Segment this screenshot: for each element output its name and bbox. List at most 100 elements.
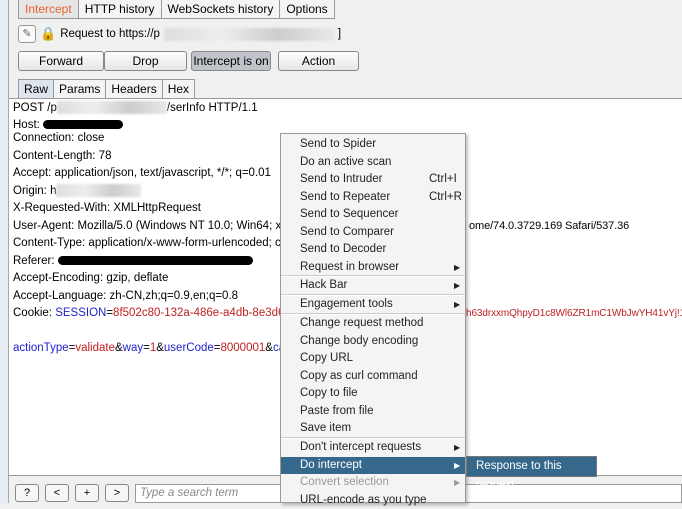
forward-button[interactable]: Forward: [18, 51, 104, 71]
menu-item-do-intercept[interactable]: Do intercept ▶: [281, 457, 465, 475]
menu-item-send-to-comparer[interactable]: Send to Comparer: [281, 224, 465, 242]
menu-item-send-to-sequencer[interactable]: Send to Sequencer: [281, 206, 465, 224]
menu-item-label: Send to Repeater: [300, 191, 390, 203]
menu-item-request-in-browser[interactable]: Request in browser ▶: [281, 259, 465, 277]
shortcut-label: Ctrl+I: [429, 171, 457, 189]
header-accept: Accept: application/json, text/javascrip…: [13, 165, 271, 182]
next-button[interactable]: >: [105, 484, 129, 502]
param-eq: =: [143, 342, 150, 354]
menu-item-don-t-intercept-requests[interactable]: Don't intercept requests ▶: [281, 439, 465, 457]
previous-button[interactable]: <: [45, 484, 69, 502]
redacted-origin: [56, 184, 141, 197]
menu-item-label: Hack Bar: [300, 279, 347, 291]
menu-item-send-to-intruder[interactable]: Send to Intruder Ctrl+I: [281, 171, 465, 189]
editor-nav: ? < + >: [15, 484, 129, 502]
tab-websockets-history[interactable]: WebSockets history: [161, 0, 281, 19]
tab-params[interactable]: Params: [53, 79, 106, 98]
menu-item-label: Copy URL: [300, 352, 353, 364]
param-value: 8000001: [221, 342, 266, 354]
param-eq: =: [214, 342, 221, 354]
tab-raw[interactable]: Raw: [18, 79, 54, 98]
menu-item-label: Don't intercept requests: [300, 441, 421, 453]
menu-item-send-to-decoder[interactable]: Send to Decoder: [281, 241, 465, 259]
redacted-host: [43, 120, 123, 129]
menu-item-change-request-method[interactable]: Change request method: [281, 315, 465, 333]
menu-item-label: Send to Decoder: [300, 243, 386, 255]
header-origin: Origin: h: [13, 183, 141, 200]
menu-item-label: Send to Intruder: [300, 173, 382, 185]
submenu-arrow-icon: ▶: [454, 277, 460, 295]
cookie-label: Cookie:: [13, 307, 55, 319]
left-border: [0, 0, 9, 503]
header-connection: Connection: close: [13, 130, 104, 147]
param-separator: &: [265, 342, 273, 354]
menu-item-copy-url[interactable]: Copy URL: [281, 350, 465, 368]
header-accept-encoding: Accept-Encoding: gzip, deflate: [13, 270, 168, 287]
param-key: userCode: [164, 342, 214, 354]
menu-item-label: Engagement tools: [300, 298, 393, 310]
pencil-icon[interactable]: ✎: [18, 25, 36, 43]
shortcut-label: Ctrl+R: [429, 189, 462, 207]
tab-http-history[interactable]: HTTP history: [78, 0, 162, 19]
request-info: ✎ 🔒 Request to https://p ]: [18, 25, 341, 43]
submenu-arrow-icon: ▶: [454, 259, 460, 277]
menu-item-response-to-this-request[interactable]: Response to this request: [466, 456, 597, 477]
menu-item-change-body-encoding[interactable]: Change body encoding: [281, 333, 465, 351]
menu-item-label: Request in browser: [300, 261, 399, 273]
drop-button[interactable]: Drop: [104, 51, 187, 71]
tab-intercept[interactable]: Intercept: [18, 0, 79, 19]
menu-item-send-to-spider[interactable]: Send to Spider: [281, 136, 465, 154]
menu-item-url-encode-as-you-type[interactable]: URL-encode as you type: [281, 492, 465, 509]
menu-item-label: Send to Comparer: [300, 226, 394, 238]
cookie-value-tail: h63drxxmQhpyD1c8Wl6ZR1mC1WbJwYH41vYj!1: [466, 305, 682, 322]
menu-item-label: Convert selection: [300, 476, 389, 488]
submenu-arrow-icon: ▶: [454, 439, 460, 457]
tab-options[interactable]: Options: [279, 0, 334, 19]
param-value: validate: [75, 342, 115, 354]
action-button[interactable]: Action: [278, 51, 359, 71]
help-button[interactable]: ?: [15, 484, 39, 502]
path-end: /serInfo HTTP/1.1: [167, 102, 258, 114]
menu-item-copy-as-curl-command[interactable]: Copy as curl command: [281, 368, 465, 386]
menu-item-save-item[interactable]: Save item: [281, 420, 465, 438]
param-separator: &: [115, 342, 123, 354]
menu-item-copy-to-file[interactable]: Copy to file: [281, 385, 465, 403]
context-menu: Send to Spider Do an active scan Send to I…: [280, 133, 466, 503]
submenu-arrow-icon: ▶: [454, 474, 460, 492]
tab-hex[interactable]: Hex: [162, 79, 195, 98]
header-accept-language: Accept-Language: zh-CN,zh;q=0.9,en;q=0.8: [13, 288, 238, 305]
redacted-referer: [58, 256, 253, 265]
menu-item-paste-from-file[interactable]: Paste from file: [281, 403, 465, 421]
tab-headers[interactable]: Headers: [105, 79, 162, 98]
menu-item-hack-bar[interactable]: Hack Bar ▶: [281, 277, 465, 295]
submenu-arrow-icon: ▶: [454, 296, 460, 314]
menu-item-engagement-tools[interactable]: Engagement tools ▶: [281, 296, 465, 314]
menu-item-label: Save item: [300, 422, 351, 434]
submenu-arrow-icon: ▶: [454, 457, 460, 475]
cookie-key: SESSION: [55, 307, 106, 319]
param-separator: &: [156, 342, 164, 354]
message-tabs: Raw Params Headers Hex: [18, 79, 194, 98]
request-url: Request to https://p: [60, 28, 160, 40]
menu-item-do-an-active-scan[interactable]: Do an active scan: [281, 154, 465, 172]
menu-item-label: Do intercept: [300, 459, 362, 471]
menu-item-label: Send to Spider: [300, 138, 376, 150]
param-key: way: [123, 342, 143, 354]
menu-item-label: Do an active scan: [300, 156, 391, 168]
request-url-end: ]: [338, 28, 341, 40]
header-content-length: Content-Length: 78: [13, 148, 111, 165]
menu-item-label: Copy to file: [300, 387, 358, 399]
menu-item-label: URL-encode as you type: [300, 494, 427, 506]
user-agent-end: ome/74.0.3729.169 Safari/537.36: [469, 218, 629, 235]
menu-item-label: Change request method: [300, 317, 423, 329]
menu-item-convert-selection: Convert selection ▶: [281, 474, 465, 492]
method-path: POST /p: [13, 102, 57, 114]
main-tabs: Intercept HTTP history WebSockets histor…: [18, 0, 334, 19]
intercept-toggle[interactable]: Intercept is on: [191, 51, 271, 71]
redacted-url: [164, 28, 334, 41]
referer-label: Referer:: [13, 255, 58, 267]
lock-icon: 🔒: [40, 26, 56, 42]
add-button[interactable]: +: [75, 484, 99, 502]
redacted-path: [57, 101, 167, 114]
menu-item-send-to-repeater[interactable]: Send to Repeater Ctrl+R: [281, 189, 465, 207]
